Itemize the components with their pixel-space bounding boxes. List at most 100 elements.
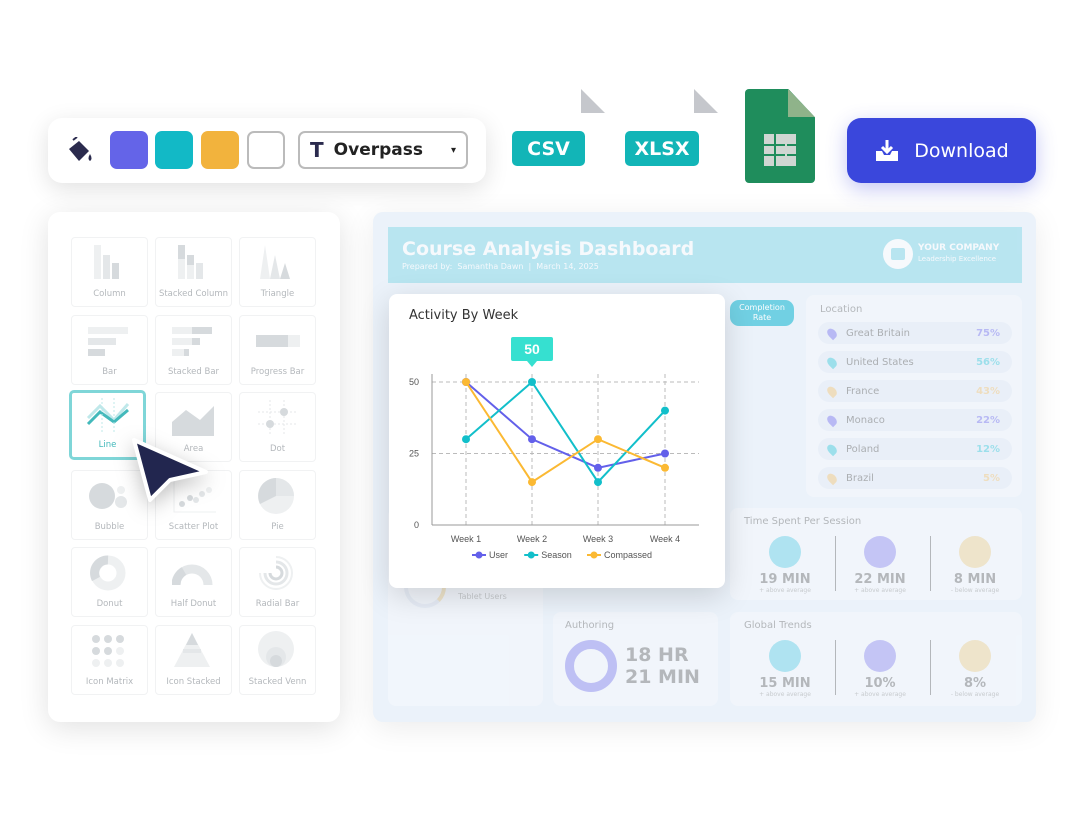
- location-pct: 75%: [976, 327, 1000, 339]
- chart-type-icon-matrix[interactable]: Icon Matrix: [71, 624, 148, 695]
- data-point-season: [661, 406, 669, 415]
- chart-type-label: Bar: [102, 366, 117, 377]
- chart-type-half-donut[interactable]: Half Donut: [155, 547, 232, 617]
- company-tagline: Leadership Excellence: [918, 255, 997, 263]
- line-chart-icon: [86, 398, 129, 432]
- stat-item: 15 MIN + above average: [740, 640, 830, 698]
- map-pin-icon: [825, 384, 839, 398]
- tooltip-pointer: [527, 361, 537, 367]
- color-swatch-teal[interactable]: [155, 131, 193, 169]
- company-logo-icon: [883, 239, 913, 269]
- column-chart-icon: [93, 245, 119, 279]
- download-button[interactable]: Download: [847, 118, 1036, 183]
- chart-type-label: Icon Stacked: [166, 676, 221, 687]
- font-name: Overpass: [333, 140, 423, 160]
- data-point-user: [661, 449, 669, 458]
- map-pin-icon: [825, 413, 839, 427]
- xlsx-export-button[interactable]: XLSX: [625, 131, 699, 166]
- google-sheets-icon[interactable]: [745, 89, 815, 183]
- triangle-chart-icon: [259, 245, 290, 279]
- chart-type-dot[interactable]: Dot: [239, 392, 316, 462]
- download-tray-icon: [876, 139, 899, 161]
- legend-label-season: Season: [541, 550, 572, 560]
- paint-bucket-icon[interactable]: [65, 137, 95, 165]
- font-icon: T: [310, 138, 324, 162]
- stat-note: + above average: [759, 587, 811, 594]
- chart-type-label: Scatter Plot: [168, 521, 219, 532]
- chart-type-stacked-venn[interactable]: Stacked Venn: [239, 624, 316, 695]
- device-label: Tablet Users: [458, 592, 507, 601]
- company-name: YOUR COMPANY: [918, 243, 1000, 253]
- location-name: Brazil: [846, 472, 874, 484]
- global-trends-panel: Global Trends 15 MIN + above average 10% + …: [730, 612, 1022, 706]
- chart-type-bar[interactable]: Bar: [71, 314, 148, 385]
- stat-note: - below average: [950, 587, 1000, 594]
- font-select[interactable]: T Overpass ▾: [298, 131, 468, 169]
- stat-item: 8% - below average: [930, 640, 1020, 698]
- monitor-icon: [769, 536, 801, 568]
- dashboard-title: Course Analysis Dashboard: [402, 238, 695, 260]
- bar-chart-icon: [87, 326, 128, 356]
- chart-type-label: Line: [98, 440, 117, 450]
- chart-type-label: Icon Matrix: [85, 676, 134, 687]
- pie-chart-icon: [257, 477, 294, 514]
- data-point-user: [594, 463, 602, 472]
- y-tick-label: 50: [409, 377, 419, 387]
- location-title: Location: [820, 304, 863, 315]
- stat-value: 10%: [864, 676, 896, 691]
- style-toolbar: T Overpass ▾: [48, 118, 486, 183]
- chart-type-radial-bar[interactable]: Radial Bar: [239, 547, 316, 617]
- color-swatch-white[interactable]: [247, 131, 285, 169]
- chart-type-donut[interactable]: Donut: [71, 547, 148, 617]
- chart-type-pie[interactable]: Pie: [239, 469, 316, 540]
- x-tick-label: Week 4: [650, 534, 680, 544]
- location-pct: 56%: [976, 356, 1000, 368]
- location-name: France: [846, 385, 880, 397]
- clock-icon: [769, 640, 801, 672]
- chart-type-label: Progress Bar: [250, 366, 305, 377]
- location-row: Monaco 22%: [818, 409, 1012, 431]
- location-row: Poland 12%: [818, 438, 1012, 460]
- chart-type-icon-stacked[interactable]: Icon Stacked: [155, 624, 232, 695]
- tablet-icon: [959, 640, 991, 672]
- chart-type-progress-bar[interactable]: Progress Bar: [239, 314, 316, 385]
- radial-bar-chart-icon: [258, 556, 293, 590]
- chart-type-label: Pie: [271, 521, 284, 532]
- map-pin-icon: [825, 442, 839, 456]
- authoring-panel: Authoring 18 HR 21 MIN: [553, 612, 718, 706]
- chevron-down-icon: ▾: [450, 144, 456, 156]
- chart-type-label: Dot: [269, 444, 286, 454]
- map-pin-icon: [825, 355, 839, 369]
- authoring-title: Authoring: [565, 620, 615, 631]
- color-swatch-yellow[interactable]: [201, 131, 239, 169]
- location-panel: Location Great Britain 75% United States 56…: [806, 295, 1022, 497]
- stat-item: 10% + above average: [835, 640, 925, 698]
- stat-value: 8%: [963, 676, 987, 691]
- chart-type-label: Half Donut: [170, 599, 217, 609]
- progress-bar-chart-icon: [255, 334, 300, 347]
- map-pin-icon: [825, 326, 839, 340]
- csv-export-button[interactable]: CSV: [512, 131, 585, 166]
- color-swatch-purple[interactable]: [110, 131, 148, 169]
- time-spent-title: Time Spent Per Session: [744, 516, 862, 527]
- chart-type-label: Column: [93, 289, 126, 299]
- phone-icon: [864, 640, 896, 672]
- stat-note: + above average: [854, 587, 906, 594]
- location-pct: 12%: [976, 443, 1000, 455]
- legend-marker: [475, 551, 483, 559]
- chart-type-stacked-bar[interactable]: Stacked Bar: [155, 314, 232, 385]
- chart-type-stacked-column[interactable]: Stacked Column: [155, 237, 232, 307]
- chart-type-column[interactable]: Column: [71, 237, 148, 307]
- stat-value: 15 MIN: [759, 676, 811, 691]
- chart-type-label: Stacked Column: [158, 289, 229, 299]
- activity-chart-card[interactable]: Activity By Week 0 25 50 Week 1 Week 2 Week 3…: [389, 294, 725, 588]
- chart-type-label: Radial Bar: [255, 599, 300, 609]
- x-tick-label: Week 2: [517, 534, 547, 544]
- data-point-season: [462, 435, 470, 444]
- chart-type-triangle[interactable]: Triangle: [239, 237, 316, 307]
- area-chart-icon: [171, 406, 214, 436]
- chart-type-label: Donut: [96, 599, 123, 609]
- legend-label-compassed: Compassed: [604, 550, 652, 560]
- data-point-season: [528, 378, 536, 386]
- mouse-cursor-icon: [132, 438, 208, 502]
